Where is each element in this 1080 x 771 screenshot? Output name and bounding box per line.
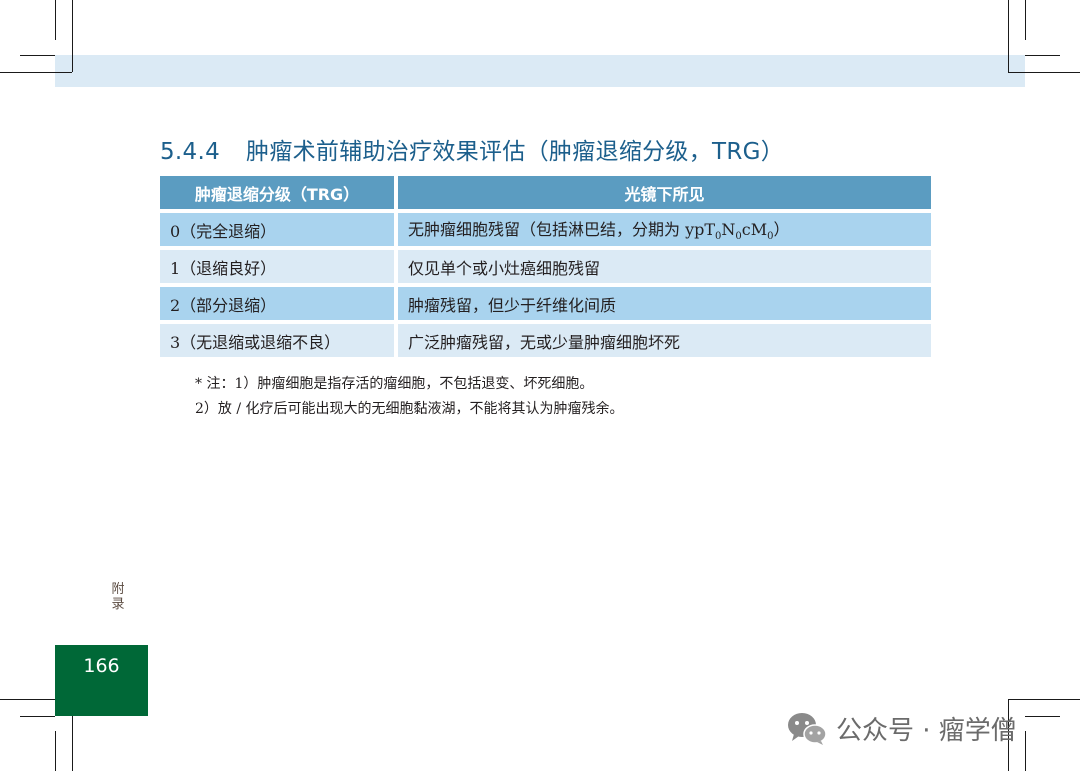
crop-mark xyxy=(1025,0,1026,40)
crop-mark xyxy=(20,716,55,717)
watermark: 公众号 · 瘤学僧 xyxy=(786,708,1017,748)
crop-mark xyxy=(20,55,55,56)
table-header-row: 肿瘤退缩分级（TRG） 光镜下所见 xyxy=(160,176,931,209)
finding-end: ） xyxy=(773,220,790,240)
note-2: 2）放 / 化疗后可能出现大的无细胞黏液湖，不能将其认为肿瘤残余。 xyxy=(195,401,624,417)
grade-cell: 0（完全退缩） xyxy=(160,213,398,246)
page-number-box: 166 xyxy=(55,645,148,716)
crop-mark xyxy=(1008,699,1080,700)
note-1: * 注：1）肿瘤细胞是指存活的瘤细胞，不包括退变、坏死细胞。 xyxy=(195,376,594,392)
table-row: 0（完全退缩） 无肿瘤细胞残留（包括淋巴结，分期为 ypT0N0cM0） xyxy=(160,213,931,246)
crop-mark xyxy=(55,0,56,40)
page-number: 166 xyxy=(83,655,120,677)
finding-text: 无肿瘤细胞残留（包括淋巴结，分期为 xyxy=(408,220,686,240)
finding-cell: 广泛肿瘤残留，无或少量肿瘤细胞坏死 xyxy=(398,324,931,357)
grade-cell: 2（部分退缩） xyxy=(160,287,398,320)
side-label-char-1: 附 xyxy=(111,582,125,597)
crop-mark xyxy=(1025,731,1026,771)
stage-m: cM xyxy=(741,220,768,240)
stage-n: N xyxy=(721,220,736,240)
section-number: 5.4.4 xyxy=(160,139,221,165)
crop-mark xyxy=(1025,716,1060,717)
grade-cell: 3（无退缩或退缩不良） xyxy=(160,324,398,357)
crop-mark xyxy=(0,72,72,73)
finding-cell: 仅见单个或小灶癌细胞残留 xyxy=(398,250,931,283)
table-notes: * 注：1）肿瘤细胞是指存活的瘤细胞，不包括退变、坏死细胞。 2）放 / 化疗后… xyxy=(195,372,624,422)
finding-cell: 无肿瘤细胞残留（包括淋巴结，分期为 ypT0N0cM0） xyxy=(398,213,931,246)
crop-mark xyxy=(55,731,56,771)
grade-cell: 1（退缩良好） xyxy=(160,250,398,283)
crop-mark xyxy=(1008,72,1080,73)
appendix-side-label: 附 录 xyxy=(108,582,128,612)
stage-formula: ypT0N0cM0 xyxy=(685,220,773,242)
header-findings: 光镜下所见 xyxy=(398,176,931,209)
table-row: 1（退缩良好） 仅见单个或小灶癌细胞残留 xyxy=(160,250,931,283)
crop-mark xyxy=(1025,55,1060,56)
watermark-text: 公众号 · 瘤学僧 xyxy=(836,715,1017,746)
finding-cell: 肿瘤残留，但少于纤维化间质 xyxy=(398,287,931,320)
table-row: 3（无退缩或退缩不良） 广泛肿瘤残留，无或少量肿瘤细胞坏死 xyxy=(160,324,931,357)
header-trg-grade: 肿瘤退缩分级（TRG） xyxy=(160,176,398,209)
wechat-icon xyxy=(788,713,827,745)
section-title: 5.4.4 肿瘤术前辅助治疗效果评估（肿瘤退缩分级，TRG） xyxy=(160,132,784,166)
stage-t: ypT xyxy=(685,220,716,240)
table-row: 2（部分退缩） 肿瘤残留，但少于纤维化间质 xyxy=(160,287,931,320)
side-label-char-2: 录 xyxy=(111,597,125,612)
crop-mark xyxy=(72,0,73,72)
top-band xyxy=(55,55,1025,87)
section-heading: 肿瘤术前辅助治疗效果评估（肿瘤退缩分级，TRG） xyxy=(246,139,785,165)
crop-mark xyxy=(1008,0,1009,72)
trg-table: 肿瘤退缩分级（TRG） 光镜下所见 0（完全退缩） 无肿瘤细胞残留（包括淋巴结，… xyxy=(160,172,931,361)
